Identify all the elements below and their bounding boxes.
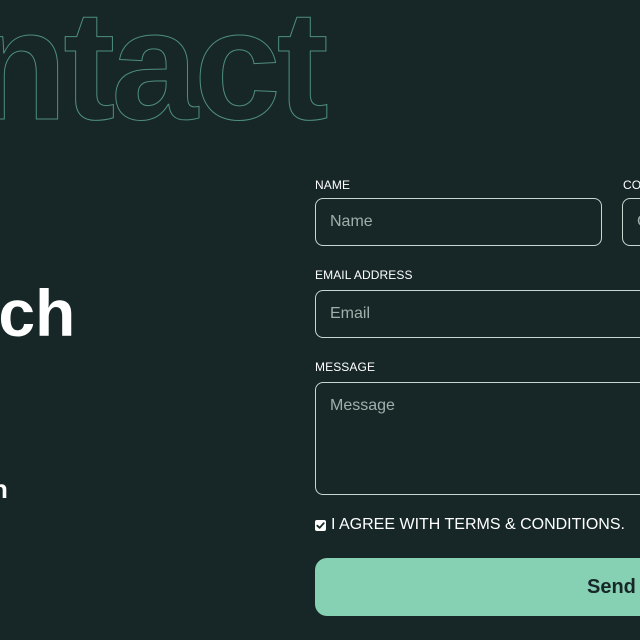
name-input[interactable] [315,198,602,246]
contact-page: ntact uch n NAME CO EMAIL ADDRESS MESSAG… [0,0,640,640]
message-label: MESSAGE [315,360,376,374]
side-text-fragment: n [0,474,8,505]
send-button[interactable]: Send [315,558,640,616]
second-field-label: CO [623,178,640,192]
message-textarea[interactable] [315,382,640,495]
outline-title: ntact [0,0,329,153]
email-label: EMAIL ADDRESS [315,268,413,282]
email-input[interactable] [315,290,640,338]
page-heading: uch [0,276,76,350]
name-label: NAME [315,178,351,192]
terms-label: I AGREE WITH TERMS & CONDITIONS. [331,516,625,533]
checkmark-icon [316,521,325,529]
second-field-input[interactable] [622,198,640,246]
terms-agreement[interactable]: I AGREE WITH TERMS & CONDITIONS. [315,516,625,534]
terms-checkbox[interactable] [315,519,326,531]
